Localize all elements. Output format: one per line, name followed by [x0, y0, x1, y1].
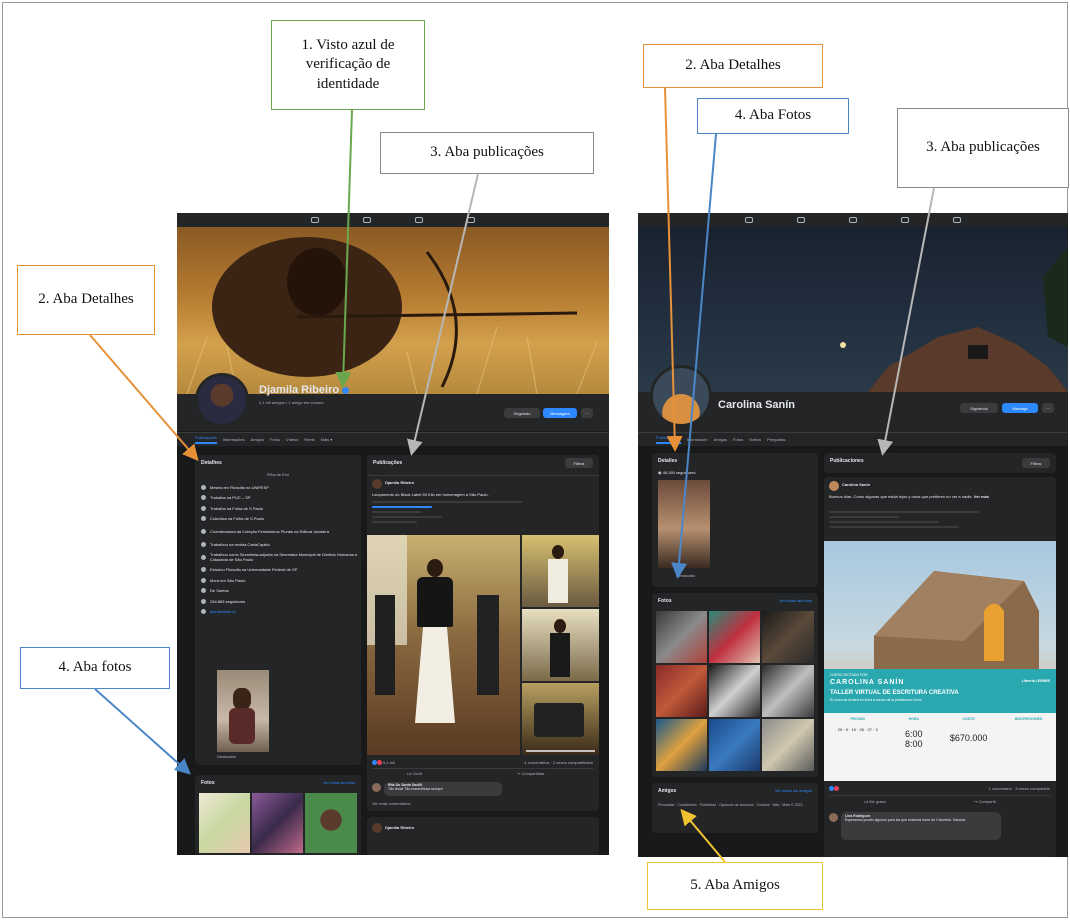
- arrow-left-posts: [406, 173, 479, 456]
- arrow-verified: [335, 109, 353, 388]
- arrow-left-details: [89, 334, 199, 462]
- arrow-right-photos: [671, 133, 717, 579]
- arrow-left-photos: [94, 688, 191, 775]
- arrow-right-details: [664, 87, 683, 452]
- arrow-right-posts: [877, 187, 935, 456]
- annotation-arrows: [89, 87, 935, 863]
- arrow-right-friends: [680, 808, 726, 863]
